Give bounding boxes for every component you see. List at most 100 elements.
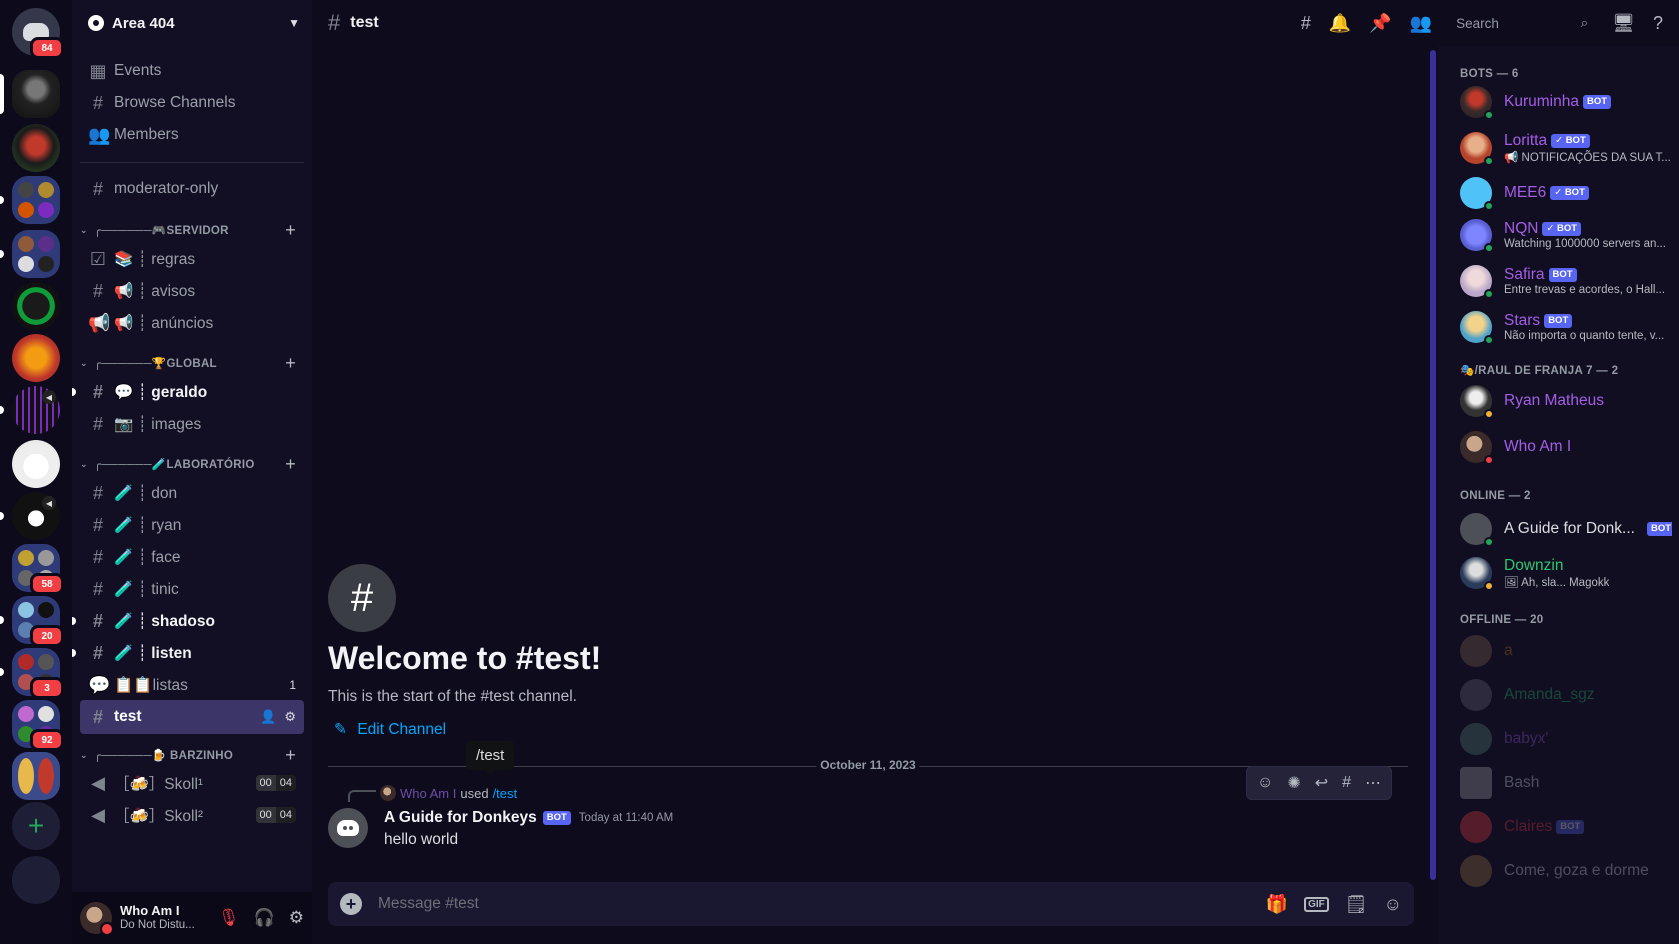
inbox-icon[interactable]: 🖥 bbox=[1612, 13, 1635, 34]
member-category: 🎭/RAUL DE FRANJA 7 — 2 bbox=[1460, 365, 1619, 377]
member-name: Who Am I bbox=[1504, 438, 1572, 455]
mute-icon[interactable]: 🎙 bbox=[218, 908, 240, 928]
member-item[interactable]: Claires BOT bbox=[1460, 806, 1672, 848]
avatar bbox=[1460, 431, 1494, 465]
search-input[interactable]: Search ⌕ bbox=[1450, 11, 1595, 35]
avatar bbox=[1460, 557, 1494, 591]
channel-header: # test # 🔔 📌 👥 Search ⌕ 🖥 ? bbox=[312, 0, 1679, 46]
bot-tag: BOT bbox=[1544, 314, 1573, 328]
reply-command[interactable]: /test bbox=[493, 786, 518, 801]
command-reply[interactable]: Who Am I used /test bbox=[380, 785, 517, 801]
add-server-button[interactable]: + bbox=[12, 802, 60, 850]
server-area-404[interactable] bbox=[0, 70, 60, 118]
server-folder[interactable] bbox=[0, 230, 60, 278]
avatar[interactable] bbox=[80, 902, 114, 936]
edit-channel-label: Edit Channel bbox=[357, 721, 447, 738]
server-icon[interactable] bbox=[12, 440, 60, 488]
emoji-icon[interactable]: ☺ bbox=[1384, 894, 1402, 915]
avatar[interactable] bbox=[328, 808, 368, 848]
message-timestamp: Today at 11:40 AM bbox=[578, 812, 674, 824]
member-item[interactable]: a bbox=[1460, 630, 1672, 672]
avatar bbox=[1460, 513, 1494, 547]
member-name: A Guide for Donk... bbox=[1504, 520, 1635, 537]
message-author[interactable]: A Guide for Donkeys bbox=[384, 809, 537, 827]
member-name: Bash bbox=[1504, 774, 1540, 791]
bot-tag: ✓ BOT bbox=[1551, 134, 1590, 148]
member-item[interactable]: Come, goza e dorme bbox=[1460, 850, 1672, 892]
reply-user[interactable]: Who Am I bbox=[400, 786, 456, 801]
headphones-icon[interactable]: 🎧 bbox=[254, 908, 275, 928]
gear-icon[interactable]: ⚙ bbox=[289, 908, 304, 928]
member-name: NQN bbox=[1504, 220, 1539, 237]
avatar bbox=[1460, 855, 1492, 887]
member-item[interactable]: MEE6 ✓ BOT bbox=[1460, 172, 1672, 214]
member-list-icon[interactable]: 👥 bbox=[1410, 13, 1432, 34]
add-reaction-icon[interactable]: ☺ bbox=[1257, 774, 1273, 792]
threads-icon[interactable]: # bbox=[1301, 13, 1311, 34]
bell-icon[interactable]: 🔔 bbox=[1329, 13, 1351, 34]
member-item[interactable]: Bash bbox=[1460, 762, 1672, 804]
member-item[interactable]: Amanda_sgz bbox=[1460, 674, 1672, 716]
member-item[interactable]: Downzin 🖼 Ah, sla... Magokk bbox=[1460, 552, 1672, 594]
server-folder[interactable]: 20 bbox=[0, 596, 64, 647]
gift-icon[interactable]: 🎁 bbox=[1266, 894, 1288, 915]
chat-scrollbar[interactable] bbox=[1430, 50, 1436, 880]
member-activity: Não importa o quanto tente, v... bbox=[1504, 330, 1665, 342]
help-icon[interactable]: ? bbox=[1653, 13, 1663, 34]
avatar bbox=[1460, 767, 1492, 799]
server-icon[interactable]: ◀ bbox=[0, 386, 60, 434]
member-item[interactable]: Kuruminha BOT bbox=[1460, 81, 1672, 123]
member-item[interactable]: NQN ✓ BOT Watching 1000000 servers an... bbox=[1460, 214, 1672, 256]
server-icon[interactable] bbox=[12, 282, 60, 330]
speaker-icon: ◀ bbox=[42, 496, 56, 510]
bot-tag: BOT bbox=[1556, 820, 1585, 834]
avatar bbox=[1460, 679, 1492, 711]
member-name: Ryan Matheus bbox=[1504, 392, 1604, 409]
pin-icon[interactable]: 📌 bbox=[1369, 13, 1391, 34]
attach-plus-icon[interactable]: + bbox=[340, 893, 362, 915]
search-placeholder: Search bbox=[1456, 15, 1499, 31]
reply-connector bbox=[348, 790, 376, 802]
member-name: Claires bbox=[1504, 818, 1553, 835]
date-label: October 11, 2023 bbox=[816, 758, 920, 772]
member-item[interactable]: babyx' bbox=[1460, 718, 1672, 760]
create-thread-icon[interactable]: # bbox=[1342, 774, 1351, 792]
server-folder[interactable]: 3 bbox=[0, 648, 64, 699]
member-item[interactable]: Loritta ✓ BOT 📢 NOTIFICAÇÕES DA SUA T... bbox=[1460, 127, 1672, 169]
super-reaction-icon[interactable]: ✺ bbox=[1287, 773, 1300, 793]
message-composer[interactable]: + Message #test 🎁 GIF 🗒 ☺ bbox=[328, 882, 1414, 926]
member-item[interactable]: Safira BOT Entre trevas e acordes, o Hall… bbox=[1460, 260, 1672, 302]
more-icon[interactable]: ⋯ bbox=[1365, 773, 1381, 793]
member-activity: 📢 NOTIFICAÇÕES DA SUA T... bbox=[1504, 152, 1671, 164]
server-badge: 92 bbox=[30, 729, 64, 751]
member-name: Stars bbox=[1504, 312, 1541, 329]
edit-channel-link[interactable]: ✎ Edit Channel bbox=[334, 720, 446, 739]
server-icon[interactable]: ◀ bbox=[0, 492, 60, 540]
member-item[interactable]: Who Am I bbox=[1460, 426, 1672, 468]
hash-icon: # bbox=[328, 10, 341, 35]
sticker-icon[interactable]: 🗒 bbox=[1345, 894, 1368, 915]
avatar bbox=[1460, 219, 1494, 253]
user-panel: Who Am I Do Not Distu... 🎙 🎧 ⚙ bbox=[72, 892, 312, 944]
member-activity: Entre trevas e acordes, o Hall... bbox=[1504, 284, 1666, 296]
member-item[interactable]: Ryan Matheus bbox=[1460, 380, 1672, 422]
avatar bbox=[1460, 723, 1492, 755]
member-name: MEE6 bbox=[1504, 184, 1547, 201]
member-name: Amanda_sgz bbox=[1504, 686, 1595, 703]
explore-button[interactable] bbox=[12, 856, 60, 904]
server-folder[interactable] bbox=[0, 176, 60, 224]
server-folder[interactable]: 58 bbox=[12, 544, 64, 595]
server-icon[interactable] bbox=[12, 124, 60, 172]
member-item[interactable]: A Guide for Donk... BOT bbox=[1460, 508, 1672, 550]
server-folder[interactable]: 92 bbox=[12, 700, 64, 751]
member-name: Safira bbox=[1504, 266, 1545, 283]
bot-tag: BOT bbox=[1548, 268, 1577, 282]
reply-icon[interactable]: ↩ bbox=[1315, 773, 1328, 793]
member-item[interactable]: Stars BOT Não importa o quanto tente, v..… bbox=[1460, 306, 1672, 348]
user-info[interactable]: Who Am I Do Not Distu... bbox=[120, 904, 195, 932]
home-button[interactable]: 84 bbox=[12, 8, 64, 59]
member-name: Downzin bbox=[1504, 557, 1564, 574]
server-folder[interactable] bbox=[12, 752, 60, 800]
server-elixir[interactable] bbox=[12, 334, 60, 382]
gif-button[interactable]: GIF bbox=[1304, 896, 1329, 912]
